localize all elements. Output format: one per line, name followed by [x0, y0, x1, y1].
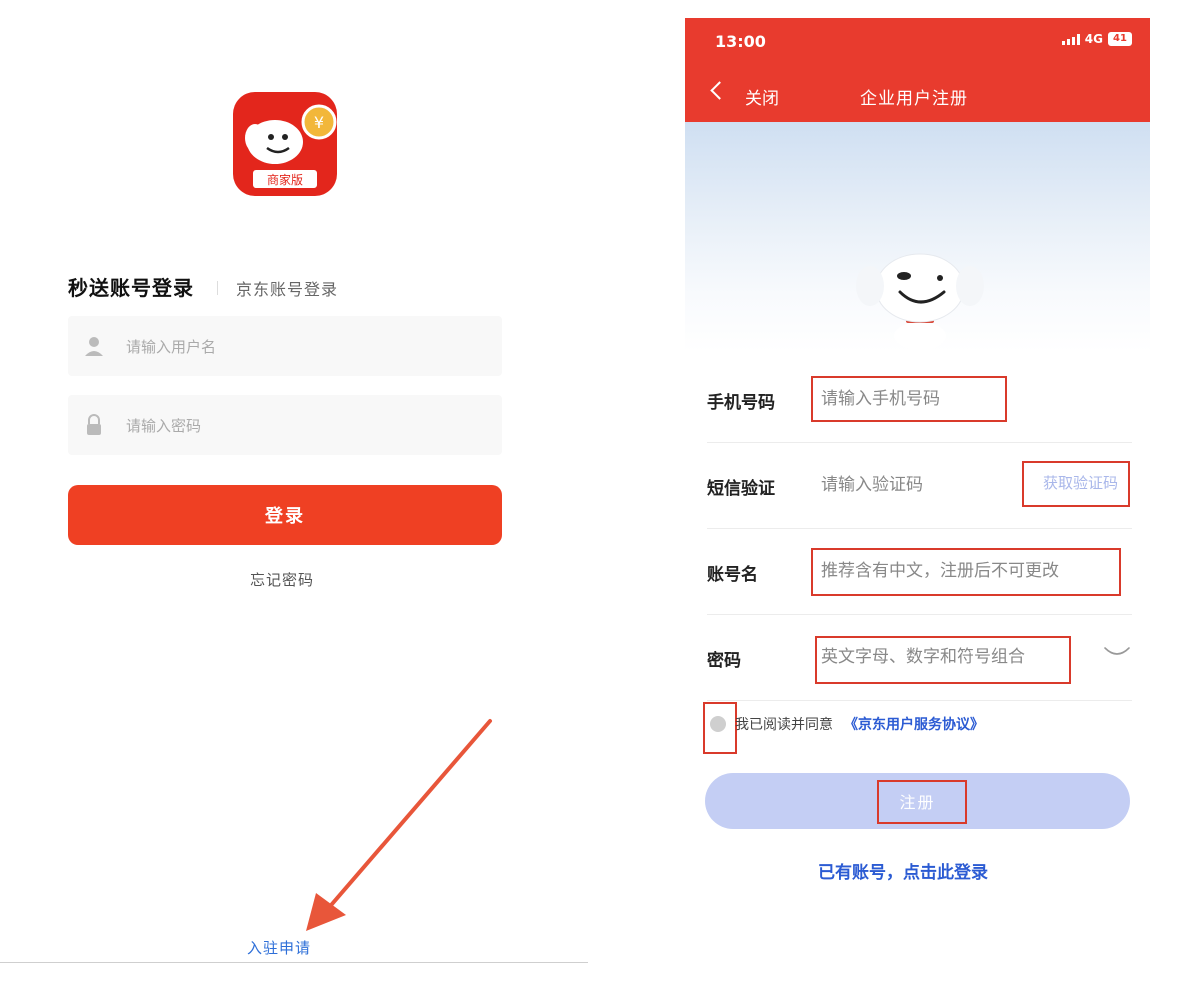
page-title: 企业用户注册	[860, 89, 968, 109]
username-field	[68, 316, 502, 378]
annotation-arrow	[306, 719, 492, 931]
signal-icon	[1061, 33, 1080, 45]
password-label: 密码	[707, 651, 741, 671]
account-row: 账号名	[707, 528, 1132, 615]
login-button[interactable]: 登录	[68, 485, 502, 545]
annotation-box-phone	[811, 376, 1007, 422]
mascot-dog-icon	[856, 253, 984, 350]
lock-icon	[82, 413, 106, 437]
password-field	[68, 395, 502, 457]
account-label: 账号名	[707, 565, 758, 585]
tab-miaosong-login[interactable]: 秒送账号登录	[68, 272, 194, 301]
status-indicators: 4G 41	[1061, 32, 1132, 46]
sms-label: 短信验证	[707, 479, 775, 499]
eye-closed-icon[interactable]	[1102, 642, 1132, 662]
forgot-password-link[interactable]: 忘记密码	[250, 569, 314, 590]
battery-icon: 41	[1108, 32, 1132, 46]
user-icon	[82, 334, 106, 358]
app-logo: ¥ 商家版	[233, 92, 337, 196]
annotation-box-account	[811, 548, 1121, 596]
tab-jd-login[interactable]: 京东账号登录	[236, 276, 338, 300]
sms-code-input[interactable]	[819, 460, 1023, 510]
register-screen: 13:00 4G 41 关闭 企业用户注册 手机号码 短信验证 获取验证码	[685, 18, 1150, 958]
header-bar: 13:00 4G 41 关闭 企业用户注册	[685, 18, 1150, 122]
existing-account-login-link[interactable]: 已有账号，点击此登录	[818, 858, 988, 883]
annotation-box-checkbox	[703, 702, 737, 754]
phone-row: 手机号码	[707, 356, 1132, 443]
password-row: 密码	[707, 614, 1132, 701]
annotation-box-register	[877, 780, 967, 824]
password-input[interactable]	[124, 395, 488, 457]
annotation-box-password	[815, 636, 1071, 684]
annotation-box-get-code	[1022, 461, 1130, 507]
phone-label: 手机号码	[707, 393, 775, 413]
close-button[interactable]: 关闭	[745, 84, 779, 109]
status-time: 13:00	[715, 32, 766, 51]
svg-text:¥: ¥	[314, 113, 324, 132]
back-chevron-icon[interactable]	[710, 81, 729, 100]
apply-join-link[interactable]: 入驻申请	[247, 937, 311, 958]
sms-row: 短信验证 获取验证码	[707, 442, 1132, 529]
network-label: 4G	[1084, 32, 1103, 46]
agree-text: 我已阅读并同意	[735, 717, 833, 733]
tab-divider	[217, 281, 218, 295]
banner	[685, 122, 1150, 352]
logo-caption: 商家版	[267, 172, 303, 187]
username-input[interactable]	[124, 316, 488, 378]
bottom-divider	[0, 962, 588, 963]
service-agreement-link[interactable]: 《京东用户服务协议》	[844, 714, 984, 734]
